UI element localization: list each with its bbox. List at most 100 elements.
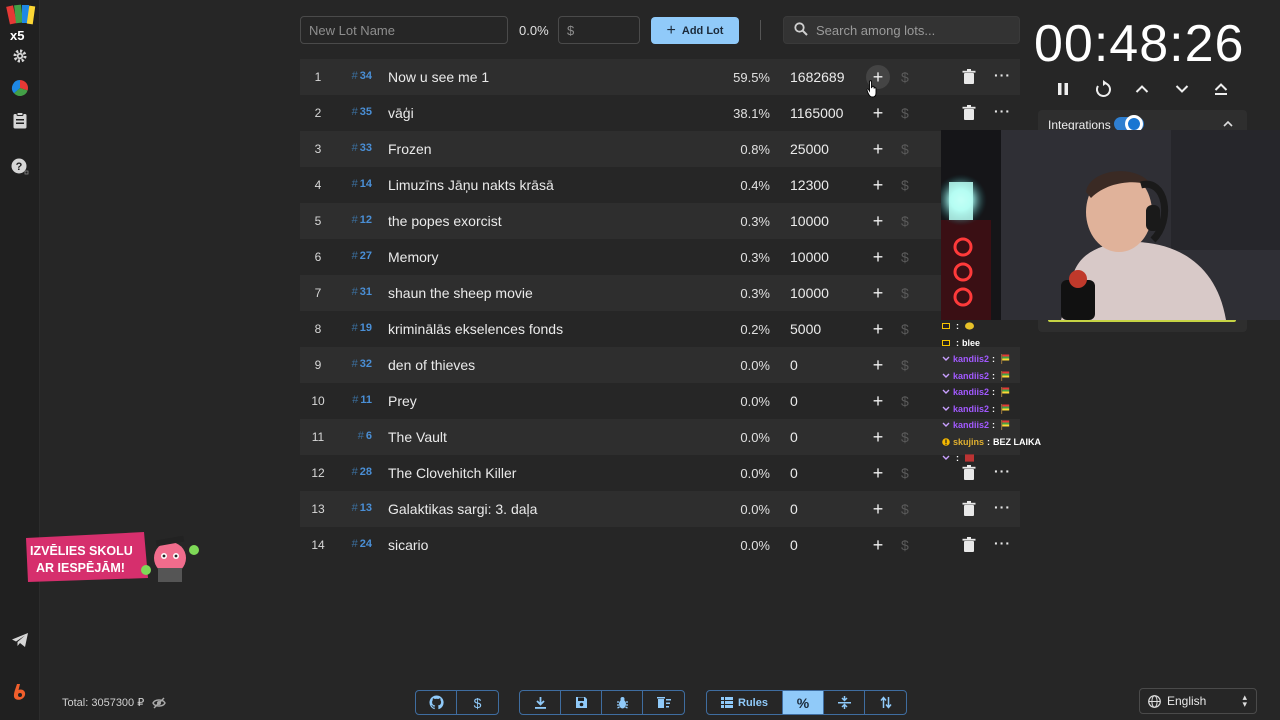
chevron-up-icon[interactable]: [1131, 78, 1153, 100]
lot-name[interactable]: Limuzīns Jāņu nakts krāsā: [388, 177, 554, 193]
lot-name[interactable]: the popes exorcist: [388, 213, 502, 229]
lot-name[interactable]: kriminālās ekselences fonds: [388, 321, 563, 337]
rules-button[interactable]: Rules: [707, 691, 783, 714]
language-select[interactable]: English ▴ ▾: [1139, 688, 1257, 714]
integrations-toggle[interactable]: [1114, 115, 1144, 133]
lot-id[interactable]: #33: [340, 142, 372, 154]
lot-row[interactable]: 7 #31 shaun the sheep movie 0.3% 10000 +…: [300, 275, 1020, 311]
dollar-icon[interactable]: $: [901, 321, 909, 337]
eject-icon[interactable]: [1210, 78, 1232, 100]
trash-icon[interactable]: [962, 465, 976, 481]
lot-name[interactable]: shaun the sheep movie: [388, 285, 533, 301]
dollar-icon[interactable]: $: [901, 141, 909, 157]
add-to-lot-button[interactable]: +: [866, 173, 890, 197]
app-logo-icon[interactable]: x5: [6, 4, 36, 42]
dollar-icon[interactable]: $: [901, 393, 909, 409]
clipboard-icon[interactable]: [10, 110, 30, 130]
search-box[interactable]: [783, 16, 1020, 44]
lot-id[interactable]: #13: [340, 502, 372, 514]
lot-row[interactable]: 6 #27 Memory 0.3% 10000 + $: [300, 239, 1020, 275]
lot-id[interactable]: #28: [340, 466, 372, 478]
lot-name[interactable]: The Vault: [388, 429, 447, 445]
lot-row[interactable]: 2 #35 vāģi 38.1% 1165000 + $ ···: [300, 95, 1020, 131]
lot-id[interactable]: #34: [340, 70, 372, 82]
trash-icon[interactable]: [962, 69, 976, 85]
lot-row[interactable]: 5 #12 the popes exorcist 0.3% 10000 + $: [300, 203, 1020, 239]
pause-icon[interactable]: [1052, 78, 1074, 100]
lot-row[interactable]: 11 #6 The Vault 0.0% 0 + $: [300, 419, 1020, 455]
lot-id[interactable]: #19: [340, 322, 372, 334]
lot-name[interactable]: Frozen: [388, 141, 432, 157]
lot-amount[interactable]: 0: [790, 393, 798, 409]
trash-icon[interactable]: [962, 501, 976, 517]
lot-id[interactable]: #27: [340, 250, 372, 262]
lot-name[interactable]: Memory: [388, 249, 439, 265]
dollar-icon[interactable]: $: [901, 105, 909, 121]
lot-name[interactable]: The Clovehitch Killer: [388, 465, 516, 481]
dollar-icon[interactable]: $: [901, 429, 909, 445]
lot-id[interactable]: #14: [340, 178, 372, 190]
lot-amount[interactable]: 10000: [790, 213, 829, 229]
lot-id[interactable]: #6: [340, 430, 372, 442]
lot-id[interactable]: #11: [340, 394, 372, 406]
dollar-icon[interactable]: $: [901, 357, 909, 373]
dollar-icon[interactable]: $: [901, 213, 909, 229]
lot-row[interactable]: 8 #19 kriminālās ekselences fonds 0.2% 5…: [300, 311, 1020, 347]
help-icon[interactable]: ?: [10, 156, 30, 176]
lot-amount[interactable]: 1682689: [790, 69, 845, 85]
add-to-lot-button[interactable]: +: [866, 317, 890, 341]
add-to-lot-button[interactable]: +: [866, 281, 890, 305]
lot-row[interactable]: 1 #34 Now u see me 1 59.5% 1682689 + $ ·…: [300, 59, 1020, 95]
lot-row[interactable]: 9 #32 den of thieves 0.0% 0 + $: [300, 347, 1020, 383]
dollar-icon[interactable]: $: [901, 537, 909, 553]
trash-icon[interactable]: [962, 105, 976, 121]
gear-icon[interactable]: [10, 46, 30, 66]
lot-amount[interactable]: 0: [790, 357, 798, 373]
lot-name[interactable]: vāģi: [388, 105, 414, 121]
new-lot-amount-input[interactable]: [558, 16, 640, 44]
more-options-icon[interactable]: ···: [994, 499, 1011, 515]
add-to-lot-button[interactable]: +: [866, 353, 890, 377]
trash-icon[interactable]: [962, 537, 976, 553]
save-button[interactable]: [561, 691, 602, 714]
dollar-icon[interactable]: $: [901, 285, 909, 301]
eye-off-icon[interactable]: [152, 697, 167, 709]
lot-amount[interactable]: 1165000: [790, 105, 843, 121]
add-to-lot-button[interactable]: +: [866, 101, 890, 125]
lot-amount[interactable]: 0: [790, 465, 798, 481]
dollar-icon[interactable]: $: [901, 465, 909, 481]
lot-id[interactable]: #35: [340, 106, 372, 118]
lot-row[interactable]: 3 #33 Frozen 0.8% 25000 + $: [300, 131, 1020, 167]
lot-id[interactable]: #31: [340, 286, 372, 298]
add-to-lot-button[interactable]: +: [866, 497, 890, 521]
add-to-lot-button[interactable]: +: [866, 137, 890, 161]
github-button[interactable]: [416, 691, 457, 714]
add-to-lot-button[interactable]: +: [866, 425, 890, 449]
dollar-icon[interactable]: $: [901, 69, 909, 85]
lot-name[interactable]: Galaktikas sargi: 3. daļa: [388, 501, 537, 517]
lot-name[interactable]: sicario: [388, 537, 428, 553]
pie-chart-icon[interactable]: [10, 78, 30, 98]
bug-report-button[interactable]: [602, 691, 643, 714]
lot-id[interactable]: #32: [340, 358, 372, 370]
lot-row[interactable]: 4 #14 Limuzīns Jāņu nakts krāsā 0.4% 123…: [300, 167, 1020, 203]
lot-id[interactable]: #24: [340, 538, 372, 550]
lot-amount[interactable]: 10000: [790, 249, 829, 265]
lot-amount[interactable]: 25000: [790, 141, 829, 157]
reset-icon[interactable]: [1092, 78, 1114, 100]
dollar-icon[interactable]: $: [901, 249, 909, 265]
compact-view-button[interactable]: [824, 691, 865, 714]
lot-row[interactable]: 14 #24 sicario 0.0% 0 + $ ···: [300, 527, 1020, 563]
chevron-up-icon[interactable]: [1223, 117, 1233, 131]
more-options-icon[interactable]: ···: [994, 67, 1011, 83]
lot-name[interactable]: Now u see me 1: [388, 69, 489, 85]
lot-name[interactable]: den of thieves: [388, 357, 475, 373]
lot-amount[interactable]: 0: [790, 429, 798, 445]
dollar-icon[interactable]: $: [901, 177, 909, 193]
lot-amount[interactable]: 0: [790, 537, 798, 553]
lot-row[interactable]: 12 #28 The Clovehitch Killer 0.0% 0 + $ …: [300, 455, 1020, 491]
add-to-lot-button[interactable]: +: [866, 245, 890, 269]
lot-row[interactable]: 13 #13 Galaktikas sargi: 3. daļa 0.0% 0 …: [300, 491, 1020, 527]
clear-list-button[interactable]: [643, 691, 684, 714]
lot-amount[interactable]: 0: [790, 501, 798, 517]
